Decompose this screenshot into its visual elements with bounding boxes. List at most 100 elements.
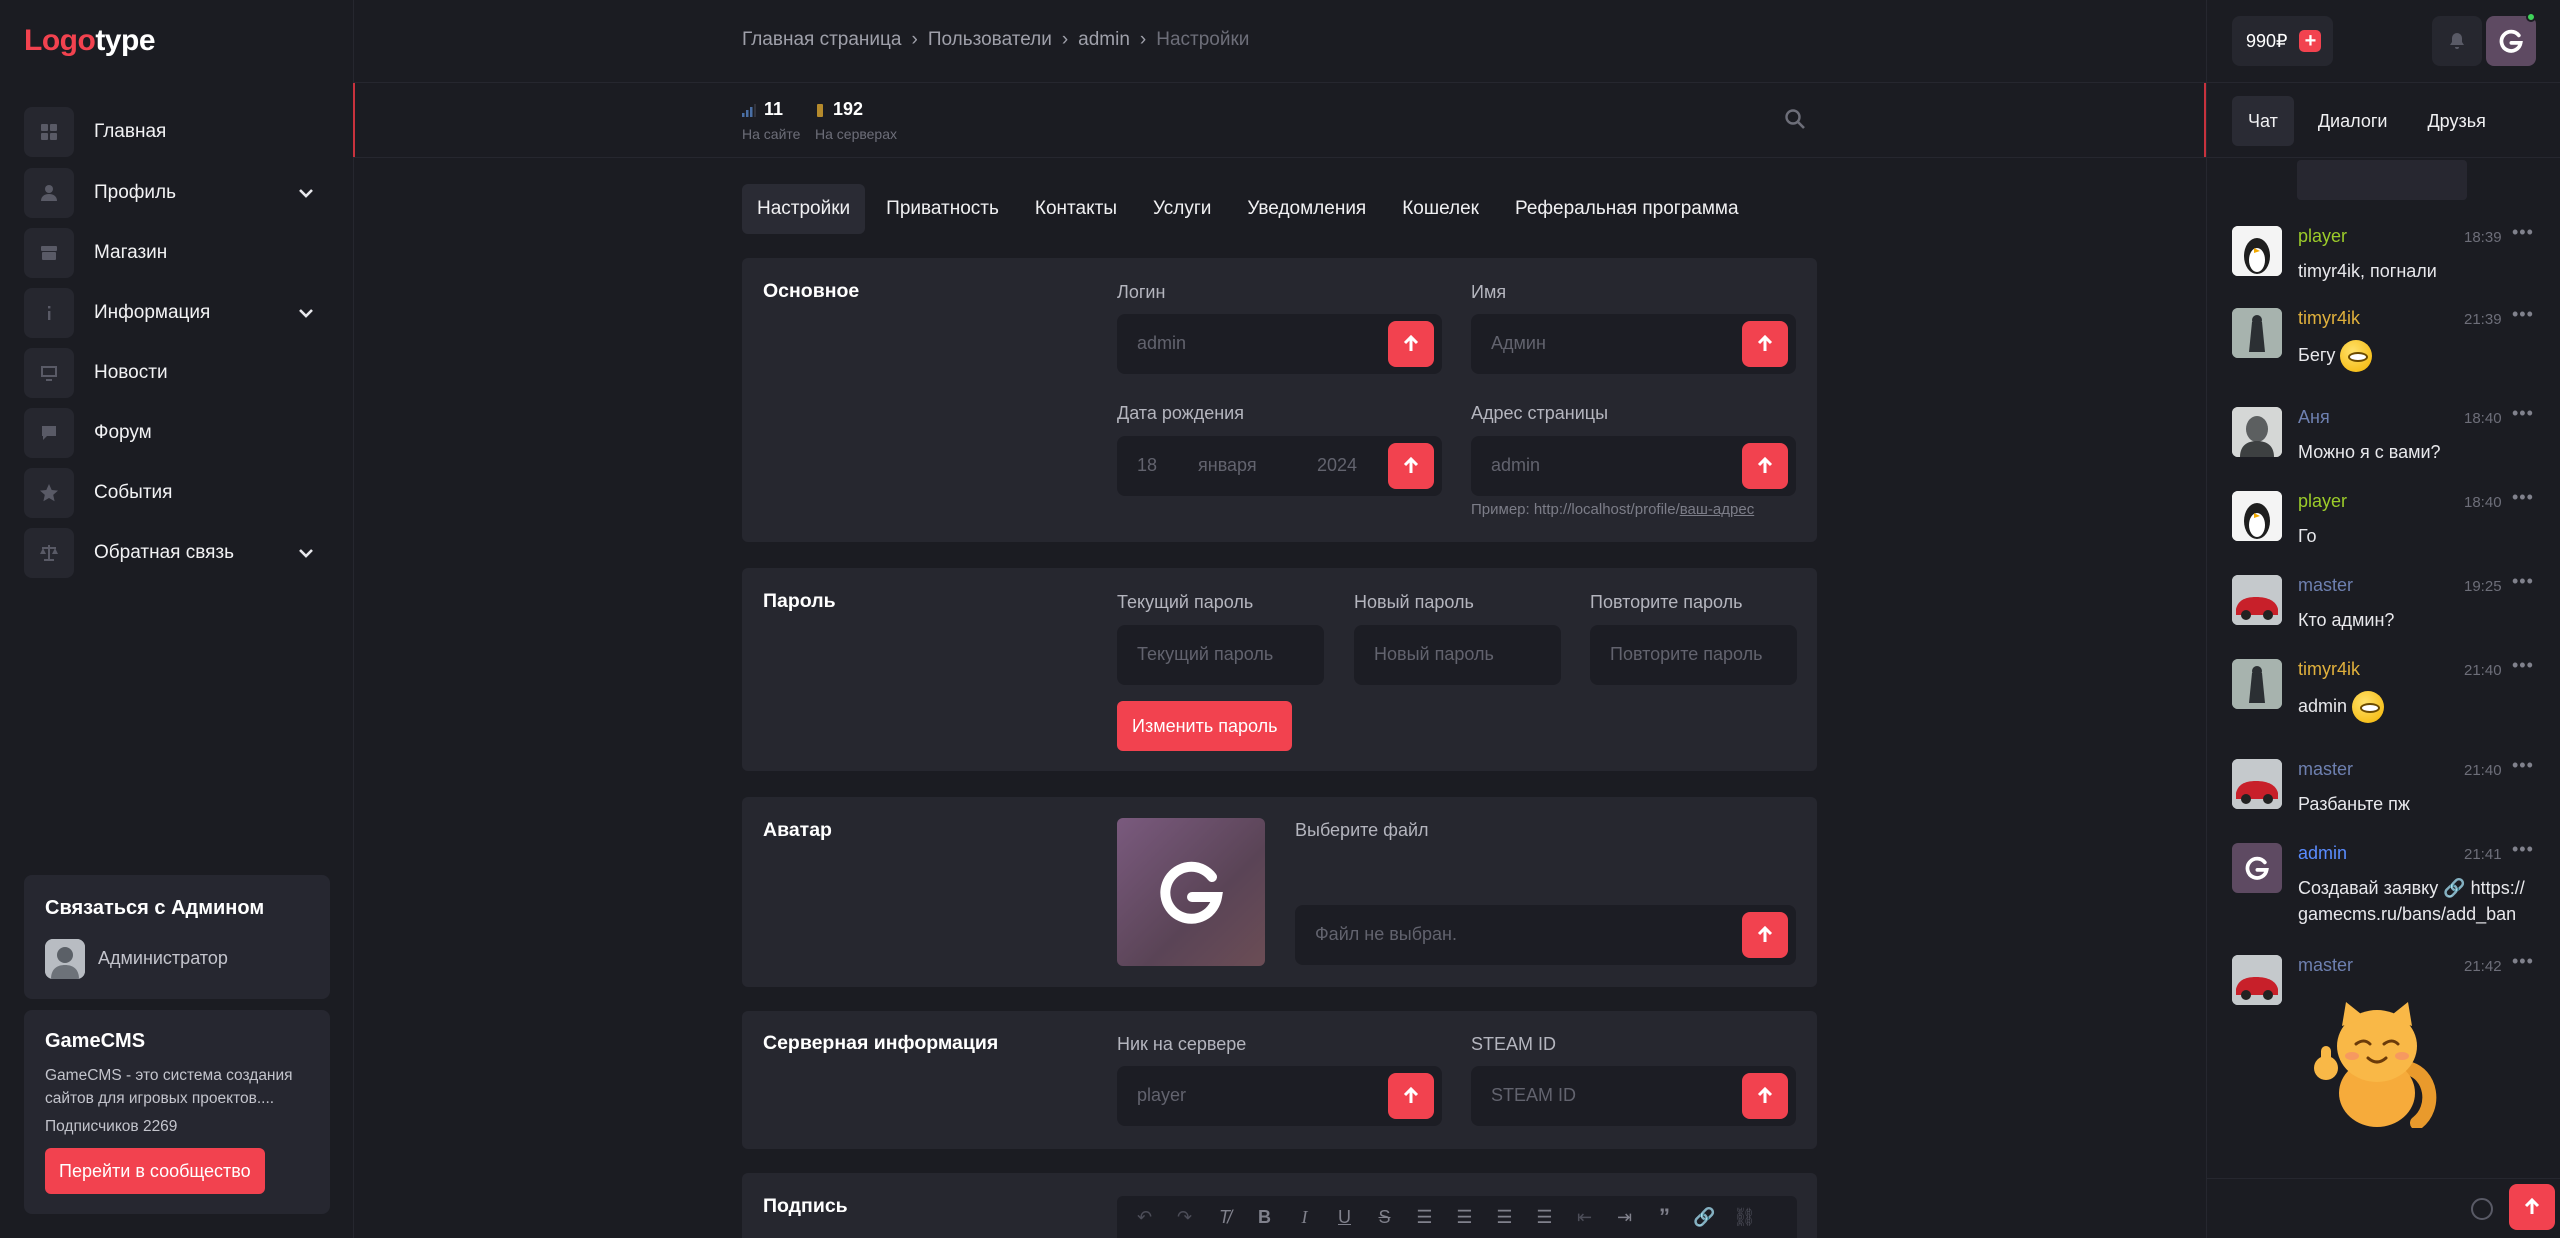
- italic-icon[interactable]: I: [1289, 1202, 1320, 1233]
- align-left-icon[interactable]: ☰: [1409, 1202, 1440, 1233]
- save-address-button[interactable]: [1742, 443, 1788, 489]
- message-author[interactable]: master: [2298, 955, 2353, 976]
- current-password-field[interactable]: Текущий пароль: [1117, 625, 1324, 685]
- sidebar-item-home[interactable]: Главная: [24, 107, 330, 157]
- sidebar-item-news[interactable]: Новости: [24, 348, 330, 398]
- align-justify-icon[interactable]: ☰: [1529, 1202, 1560, 1233]
- message-author[interactable]: Аня: [2298, 407, 2330, 428]
- avatar[interactable]: [2232, 955, 2282, 1005]
- nick-field[interactable]: player: [1117, 1066, 1442, 1126]
- new-password-field[interactable]: Новый пароль: [1354, 625, 1561, 685]
- message-menu-icon[interactable]: •••: [2512, 403, 2534, 424]
- align-right-icon[interactable]: ☰: [1489, 1202, 1520, 1233]
- message-author[interactable]: player: [2298, 226, 2347, 247]
- repeat-password-field[interactable]: Повторите пароль: [1590, 625, 1797, 685]
- message-author[interactable]: player: [2298, 491, 2347, 512]
- chevron-down-icon[interactable]: [296, 543, 316, 563]
- bold-icon[interactable]: B: [1249, 1202, 1280, 1233]
- file-input[interactable]: Файл не выбран.: [1295, 905, 1796, 965]
- sidebar-item-forum[interactable]: Форум: [24, 408, 330, 458]
- avatar[interactable]: [2232, 308, 2282, 358]
- message-menu-icon[interactable]: •••: [2512, 222, 2534, 243]
- avatar[interactable]: [2232, 843, 2282, 893]
- emoji-picker-icon[interactable]: [2471, 1198, 2493, 1220]
- avatar[interactable]: [2232, 407, 2282, 457]
- message-author[interactable]: master: [2298, 759, 2353, 780]
- save-nick-button[interactable]: [1388, 1073, 1434, 1119]
- send-message-button[interactable]: [2509, 1184, 2555, 1230]
- link-icon[interactable]: 🔗: [1689, 1202, 1720, 1233]
- message-author[interactable]: master: [2298, 575, 2353, 596]
- sidebar-item-feedback[interactable]: Обратная связь: [24, 528, 330, 578]
- sidebar-item-info[interactable]: Информация: [24, 288, 330, 338]
- avatar[interactable]: [2232, 491, 2282, 541]
- message-menu-icon[interactable]: •••: [2512, 487, 2534, 508]
- quote-icon[interactable]: ”: [1649, 1202, 1680, 1233]
- tab-privacy[interactable]: Приватность: [871, 184, 1014, 234]
- chevron-down-icon[interactable]: [296, 303, 316, 323]
- logo[interactable]: Logotype: [24, 24, 155, 58]
- upload-avatar-button[interactable]: [1742, 912, 1788, 958]
- tab-services[interactable]: Услуги: [1138, 184, 1226, 234]
- avatar[interactable]: [2232, 226, 2282, 276]
- message-author[interactable]: admin: [2298, 843, 2347, 864]
- breadcrumb-link[interactable]: Пользователи: [928, 29, 1052, 51]
- search-icon[interactable]: [1784, 108, 1806, 130]
- tab-dialogs[interactable]: Диалоги: [2302, 96, 2404, 146]
- redo-icon[interactable]: ↷: [1169, 1202, 1200, 1233]
- chevron-down-icon[interactable]: [296, 183, 316, 203]
- birth-day[interactable]: 18: [1137, 455, 1157, 476]
- tab-notifications[interactable]: Уведомления: [1232, 184, 1381, 234]
- save-name-button[interactable]: [1742, 321, 1788, 367]
- tab-friends[interactable]: Друзья: [2411, 96, 2501, 146]
- birthdate-field[interactable]: 18 января 2024: [1117, 436, 1442, 496]
- message-menu-icon[interactable]: •••: [2512, 755, 2534, 776]
- tab-settings[interactable]: Настройки: [742, 184, 866, 234]
- save-birthdate-button[interactable]: [1388, 443, 1434, 489]
- tab-wallet[interactable]: Кошелек: [1387, 184, 1494, 234]
- align-center-icon[interactable]: ☰: [1449, 1202, 1480, 1233]
- add-funds-button[interactable]: +: [2299, 30, 2322, 52]
- birth-year[interactable]: 2024: [1317, 455, 1357, 476]
- steam-id-field[interactable]: STEAM ID: [1471, 1066, 1796, 1126]
- clear-format-icon[interactable]: T̸: [1209, 1202, 1240, 1233]
- unlink-icon[interactable]: ⛓: [1729, 1202, 1760, 1233]
- avatar[interactable]: [2232, 575, 2282, 625]
- avatar-preview[interactable]: [1117, 818, 1265, 966]
- breadcrumb-link[interactable]: admin: [1078, 29, 1130, 51]
- user-avatar-button[interactable]: [2486, 16, 2536, 66]
- attached-image-thumbnail[interactable]: [2297, 160, 2467, 200]
- message-menu-icon[interactable]: •••: [2512, 839, 2534, 860]
- message-menu-icon[interactable]: •••: [2512, 304, 2534, 325]
- undo-icon[interactable]: ↶: [1129, 1202, 1160, 1233]
- contact-admin-card[interactable]: Связаться с Админом Администратор: [24, 875, 330, 999]
- tab-referral[interactable]: Реферальная программа: [1500, 184, 1754, 234]
- sidebar-item-profile[interactable]: Профиль: [24, 168, 330, 218]
- address-hint-link[interactable]: ваш-адрес: [1680, 501, 1754, 518]
- message-menu-icon[interactable]: •••: [2512, 571, 2534, 592]
- sidebar-item-events[interactable]: События: [24, 468, 330, 518]
- notifications-button[interactable]: [2432, 16, 2482, 66]
- save-login-button[interactable]: [1388, 321, 1434, 367]
- avatar[interactable]: [2232, 759, 2282, 809]
- breadcrumb-link[interactable]: Главная страница: [742, 29, 902, 51]
- save-steam-button[interactable]: [1742, 1073, 1788, 1119]
- message-author[interactable]: timyr4ik: [2298, 659, 2360, 680]
- change-password-button[interactable]: Изменить пароль: [1117, 701, 1293, 751]
- join-community-button[interactable]: Перейти в сообщество: [45, 1148, 265, 1194]
- message-menu-icon[interactable]: •••: [2512, 655, 2534, 676]
- tab-contacts[interactable]: Контакты: [1020, 184, 1132, 234]
- underline-icon[interactable]: U: [1329, 1202, 1360, 1233]
- name-field[interactable]: Админ: [1471, 314, 1796, 374]
- strikethrough-icon[interactable]: S: [1369, 1202, 1400, 1233]
- indent-icon[interactable]: ⇥: [1609, 1202, 1640, 1233]
- birth-month[interactable]: января: [1198, 455, 1257, 476]
- login-field[interactable]: admin: [1117, 314, 1442, 374]
- message-author[interactable]: timyr4ik: [2298, 308, 2360, 329]
- outdent-icon[interactable]: ⇤: [1569, 1202, 1600, 1233]
- address-field[interactable]: admin: [1471, 436, 1796, 496]
- tab-chat[interactable]: Чат: [2232, 96, 2294, 146]
- sidebar-item-shop[interactable]: Магазин: [24, 228, 330, 278]
- balance-widget[interactable]: 990₽ +: [2232, 16, 2334, 66]
- message-menu-icon[interactable]: •••: [2512, 951, 2534, 972]
